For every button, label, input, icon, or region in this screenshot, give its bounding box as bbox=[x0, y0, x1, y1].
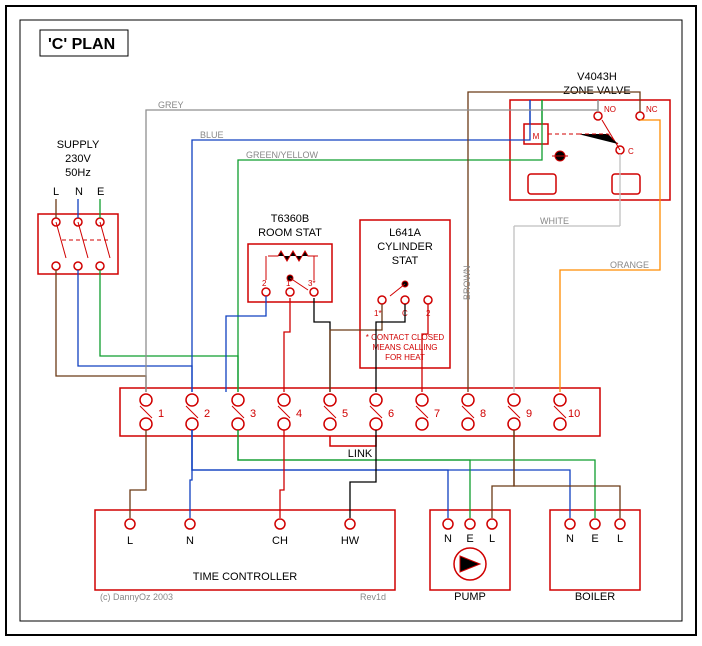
boiler-L: L bbox=[617, 533, 623, 545]
tc-N: N bbox=[186, 535, 194, 547]
lbl-white: WHITE bbox=[540, 216, 569, 226]
supply-voltage: 230V bbox=[65, 153, 91, 165]
wire-3-boilerE bbox=[238, 430, 595, 518]
supply-E-label: E bbox=[97, 186, 104, 198]
pump: N E L PUMP bbox=[430, 510, 510, 603]
wire-1-tcL bbox=[130, 430, 146, 518]
zv-NO: NO bbox=[604, 105, 616, 114]
wire-N-zv bbox=[192, 100, 530, 392]
wire-supply-E bbox=[100, 270, 238, 392]
supply-block: SUPPLY 230V 50Hz L N E bbox=[38, 139, 118, 274]
strip-6: 6 bbox=[388, 408, 394, 420]
cylstat-name1: CYLINDER bbox=[377, 241, 433, 253]
copyright-label: (c) DannyOz 2003 bbox=[100, 592, 173, 602]
boiler-N: N bbox=[566, 533, 574, 545]
lbl-brown: BROWN bbox=[462, 266, 472, 301]
zv-NC: NC bbox=[646, 105, 658, 114]
supply-L-label: L bbox=[53, 186, 59, 198]
roomstat-t1: 1 bbox=[286, 279, 291, 288]
roomstat-model: T6360B bbox=[271, 213, 310, 225]
cylinder-stat: L641A CYLINDER STAT 1* C 2 * CONTACT CLO… bbox=[360, 220, 450, 368]
strip-5: 5 bbox=[342, 408, 348, 420]
lbl-blue: BLUE bbox=[200, 130, 224, 140]
wire-zvNC-orange bbox=[560, 120, 660, 392]
strip-9: 9 bbox=[526, 408, 532, 420]
wire-3-pumpE bbox=[238, 430, 470, 518]
boiler: N E L BOILER bbox=[550, 510, 640, 603]
cylstat-note1: * CONTACT CLOSED bbox=[366, 333, 445, 342]
tc-name: TIME CONTROLLER bbox=[193, 571, 298, 583]
strip-link-label: LINK bbox=[348, 448, 373, 460]
time-controller: L N CH HW TIME CONTROLLER (c) DannyOz 20… bbox=[95, 510, 395, 602]
pump-E: E bbox=[466, 533, 473, 545]
wire-8-pumpL bbox=[492, 430, 514, 518]
tc-CH: CH bbox=[272, 535, 288, 547]
supply-N-label: N bbox=[75, 186, 83, 198]
tc-L: L bbox=[127, 535, 133, 547]
zv-model: V4043H bbox=[577, 71, 617, 83]
room-stat: T6360B ROOM STAT 2 1 3* bbox=[248, 213, 332, 302]
wire-8-boilerL bbox=[514, 430, 620, 518]
wire-2-pumpN bbox=[192, 430, 448, 518]
strip-10: 10 bbox=[568, 408, 580, 420]
zv-C: C bbox=[628, 147, 634, 156]
roomstat-t2: 2 bbox=[262, 279, 267, 288]
supply-freq: 50Hz bbox=[65, 167, 91, 179]
cylstat-name2: STAT bbox=[392, 255, 419, 267]
lbl-orange: ORANGE bbox=[610, 260, 649, 270]
wire-rs2-N bbox=[226, 296, 266, 392]
strip-7: 7 bbox=[434, 408, 440, 420]
supply-label: SUPPLY bbox=[57, 139, 100, 151]
strip-3: 3 bbox=[250, 408, 256, 420]
strip-8: 8 bbox=[480, 408, 486, 420]
cylstat-model: L641A bbox=[389, 227, 421, 239]
rev-label: Rev1d bbox=[360, 592, 386, 602]
tc-HW: HW bbox=[341, 535, 360, 547]
strip-1: 1 bbox=[158, 408, 164, 420]
boiler-name: BOILER bbox=[575, 591, 615, 603]
zv-name: ZONE VALVE bbox=[563, 85, 630, 97]
wire-supply-N bbox=[78, 270, 192, 392]
cylstat-t1: 1* bbox=[374, 309, 382, 318]
pump-name: PUMP bbox=[454, 591, 486, 603]
lbl-gy: GREEN/YELLOW bbox=[246, 150, 319, 160]
zone-valve: V4043H ZONE VALVE M NO NC C bbox=[510, 71, 670, 200]
diagram-title: 'C' PLAN bbox=[48, 36, 115, 53]
cylstat-note3: FOR HEAT bbox=[385, 353, 425, 362]
boiler-E: E bbox=[591, 533, 598, 545]
strip-2: 2 bbox=[204, 408, 210, 420]
wire-4-tcCH bbox=[280, 430, 284, 518]
wire-7-zvBrown bbox=[468, 92, 640, 392]
pump-N: N bbox=[444, 533, 452, 545]
roomstat-t3: 3* bbox=[308, 279, 316, 288]
wire-4-rs1 bbox=[284, 298, 290, 392]
cylstat-note2: MEANS CALLING bbox=[373, 343, 438, 352]
pump-L: L bbox=[489, 533, 495, 545]
strip-4: 4 bbox=[296, 408, 302, 420]
zv-M: M bbox=[533, 132, 540, 141]
lbl-grey: GREY bbox=[158, 100, 184, 110]
wire-supply-L bbox=[56, 270, 146, 392]
wire-5-rs3 bbox=[314, 298, 330, 392]
wire-zvC-white bbox=[514, 154, 620, 392]
roomstat-name: ROOM STAT bbox=[258, 227, 322, 239]
wire-6-tcHW bbox=[350, 430, 376, 518]
wire-2-boilerN bbox=[192, 430, 570, 518]
